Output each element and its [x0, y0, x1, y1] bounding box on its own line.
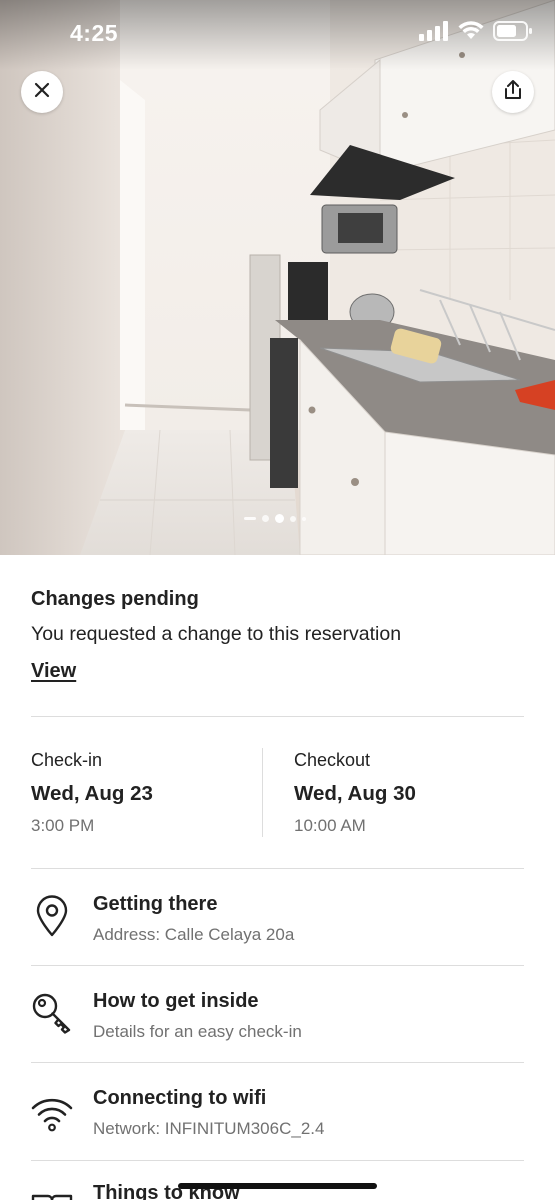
- checkout-time: 10:00 AM: [294, 816, 366, 835]
- close-icon: [33, 81, 51, 104]
- check-in-time: 3:00 PM: [31, 816, 95, 835]
- check-in-label: Check-in: [31, 750, 103, 770]
- listing-photo-carousel[interactable]: 4:25: [0, 0, 555, 555]
- getting-there-row[interactable]: Getting there Address: Calle Celaya 20a: [31, 869, 524, 965]
- check-in-date: Wed, Aug 23: [31, 782, 153, 805]
- share-button[interactable]: [492, 71, 534, 113]
- changes-pending-text: You requested a change to this reservati…: [31, 623, 402, 645]
- pagination-dot: [262, 515, 269, 522]
- status-bar: 4:25: [0, 0, 555, 66]
- battery-icon: [493, 20, 533, 47]
- check-in-info: Check-in Wed, Aug 23 3:00 PM: [31, 748, 153, 836]
- row-subtitle: Address: Calle Celaya 20a: [93, 925, 295, 944]
- checkout-label: Checkout: [294, 750, 371, 770]
- key-icon: [31, 992, 73, 1034]
- row-subtitle: Details for an easy check-in: [93, 1022, 302, 1041]
- checkout-info: Checkout Wed, Aug 30 10:00 AM: [294, 748, 416, 836]
- home-indicator[interactable]: [178, 1183, 377, 1189]
- checkout-date: Wed, Aug 30: [294, 782, 416, 805]
- divider: [31, 716, 524, 717]
- view-change-link[interactable]: View: [31, 660, 76, 683]
- row-title: How to get inside: [93, 990, 259, 1012]
- row-subtitle: Network: INFINITUM306C_2.4: [93, 1119, 325, 1138]
- share-icon: [503, 79, 523, 106]
- row-title: Connecting to wifi: [93, 1087, 267, 1109]
- how-to-get-inside-row[interactable]: How to get inside Details for an easy ch…: [31, 966, 524, 1062]
- pagination-dot: [290, 515, 296, 522]
- cellular-signal-icon: [419, 20, 449, 46]
- book-icon: [31, 1189, 73, 1200]
- wifi-icon: [31, 1093, 73, 1135]
- wifi-icon: [458, 20, 484, 46]
- status-time: 4:25: [70, 20, 119, 46]
- things-to-know-row[interactable]: Things to know: [31, 1161, 524, 1200]
- reservation-details: Changes pending You requested a change t…: [0, 555, 555, 1200]
- dates-divider: [262, 748, 263, 837]
- pagination-dot-active: [275, 514, 284, 523]
- kitchen-photo: [0, 0, 555, 555]
- pagination-dash: [244, 517, 256, 520]
- changes-pending-title: Changes pending: [31, 588, 199, 610]
- row-title: Getting there: [93, 893, 218, 915]
- connecting-to-wifi-row[interactable]: Connecting to wifi Network: INFINITUM306…: [31, 1063, 524, 1159]
- close-button[interactable]: [21, 71, 63, 113]
- reservation-dates: Check-in Wed, Aug 23 3:00 PM Checkout We…: [31, 748, 524, 838]
- location-pin-icon: [31, 895, 73, 937]
- pagination-dot: [302, 516, 306, 521]
- photo-pagination[interactable]: [244, 514, 306, 523]
